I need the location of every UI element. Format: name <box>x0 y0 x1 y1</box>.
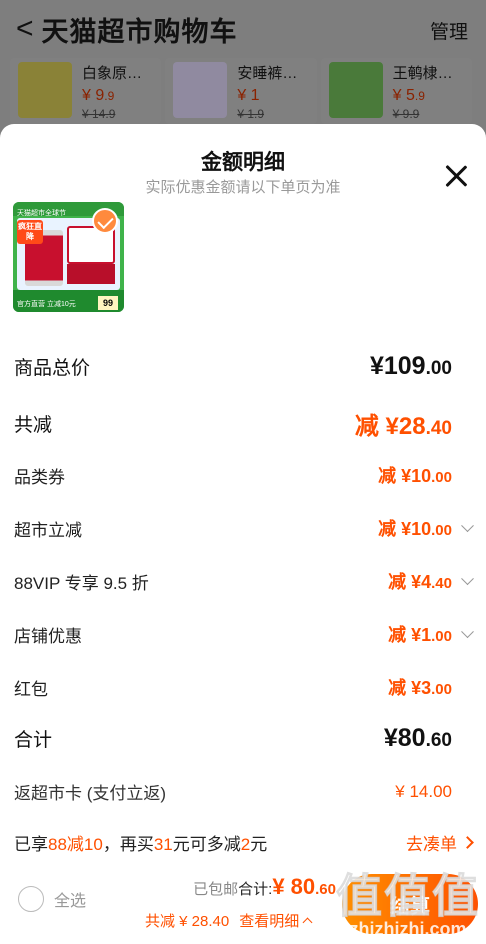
row-label: 店铺优惠 <box>14 626 82 646</box>
row-label: 88VIP 专享 9.5 折 <box>14 573 149 593</box>
row-amount: 减 ¥28.40 <box>354 413 452 440</box>
check-icon <box>92 208 118 234</box>
row-amount: 减 ¥3.00 <box>388 678 452 698</box>
watermark: 值值值 zhizhizhi.com <box>336 873 480 940</box>
row-amount: 减 ¥1.00 <box>388 625 452 645</box>
store-discount-row[interactable]: 店铺优惠 减 ¥1.00 <box>14 621 474 647</box>
product-price: ¥ 9.9 <box>82 87 115 104</box>
product-thumbnail <box>328 62 383 118</box>
category-coupon-row: 品类券 减 ¥10.00 <box>14 462 452 488</box>
chevron-right-icon <box>461 836 474 849</box>
promo-badge: 疯狂直降 <box>17 220 43 244</box>
product-card[interactable]: 白象原… ¥ 9.9 ¥ 14.9 <box>10 58 162 124</box>
product-thumbnail <box>173 62 228 118</box>
row-amount: ¥ 14.00 <box>395 781 452 801</box>
row-amount: 减 ¥10.00 <box>378 466 452 486</box>
row-amount: 减 ¥10.00 <box>378 519 452 539</box>
product-thumbnail <box>18 62 72 118</box>
row-label: 商品总价 <box>14 358 91 379</box>
free-shipping-label: 已包邮 <box>193 881 239 898</box>
product-banner-text: 天猫超市全球节 <box>17 210 66 217</box>
row-label: 红包 <box>14 679 48 699</box>
market-cut-row[interactable]: 超市立减 减 ¥10.00 <box>14 515 474 541</box>
product-name: 安睡裤… <box>237 65 298 82</box>
product-price: ¥ 1 <box>237 87 260 104</box>
row-label: 品类券 <box>14 467 65 487</box>
red-packet-row: 红包 减 ¥3.00 <box>14 674 452 700</box>
row-label: 返超市卡 (支付立返) <box>14 784 167 803</box>
row-label: 超市立减 <box>14 520 82 540</box>
cashback-row: 返超市卡 (支付立返) ¥ 14.00 <box>14 779 452 804</box>
promo-text: 已享88减10，再买31元可多减2元 <box>14 835 268 854</box>
cart-page-background: < 天猫超市购物车 管理 白象原… ¥ 9.9 ¥ 14.9 安睡裤… ¥ 1 … <box>0 0 486 140</box>
view-details-link: 查看明细 <box>239 913 300 930</box>
manage-button[interactable]: 管理 <box>430 17 468 44</box>
product-image[interactable]: 天猫超市全球节 疯狂直降 官方直营 立减10元 99 <box>13 202 124 312</box>
row-label: 共减 <box>14 415 53 436</box>
promo-hint: 已享88减10，再买31元可多减2元 去凑单 <box>14 830 474 855</box>
chevron-down-icon[interactable] <box>461 572 474 586</box>
product-original-price: ¥ 14.9 <box>82 107 116 121</box>
cart-header: < 天猫超市购物车 管理 <box>0 0 486 58</box>
product-name: 王鹌棣… <box>392 65 453 82</box>
row-amount: ¥80.60 <box>383 724 452 752</box>
chevron-down-icon[interactable] <box>461 519 474 533</box>
cart-total: 已包邮 合计: ¥ 80.60 <box>193 874 336 900</box>
row-amount: ¥109.00 <box>369 352 452 380</box>
product-original-price: ¥ 1.9 <box>237 107 265 121</box>
sheet-subtitle: 实际优惠金额请以下单页为准 <box>145 179 341 196</box>
row-label: 合计 <box>14 730 53 751</box>
watermark-url: zhizhizhi.com <box>349 919 467 939</box>
chevron-down-icon[interactable] <box>461 625 474 639</box>
select-all-label: 全选 <box>54 893 87 910</box>
total-cut-row: 共减 减 ¥28.40 <box>14 406 452 441</box>
total-amount: ¥ 80.60 <box>272 874 336 899</box>
product-price: ¥ 5.9 <box>392 87 425 104</box>
view-details-toggle[interactable]: 共减 ¥ 28.40 查看明细 <box>145 910 313 931</box>
add-items-link[interactable]: 去凑单 <box>406 830 474 855</box>
close-icon[interactable] <box>444 164 468 188</box>
product-bottom-text: 官方直营 立减10元 <box>17 301 76 308</box>
product-count-tag: 99 <box>98 296 118 310</box>
recommended-products: 白象原… ¥ 9.9 ¥ 14.9 安睡裤… ¥ 1 ¥ 1.9 王鹌棣… ¥ … <box>0 58 486 124</box>
chevron-up-icon <box>302 917 313 927</box>
select-all-toggle[interactable]: 全选 <box>18 886 86 912</box>
back-icon[interactable]: < <box>16 14 34 44</box>
radio-icon[interactable] <box>18 886 44 912</box>
vip-discount-row[interactable]: 88VIP 专享 9.5 折 减 ¥4.40 <box>14 568 474 594</box>
sheet-title: 金额明细 <box>201 151 285 174</box>
total-cut-text: 共减 ¥ 28.40 <box>145 913 230 930</box>
total-label: 合计: <box>238 881 273 898</box>
watermark-logo: 值值值 <box>336 870 480 922</box>
total-price-row: 商品总价 ¥109.00 <box>14 352 452 381</box>
product-card[interactable]: 王鹌棣… ¥ 5.9 ¥ 9.9 <box>320 58 472 124</box>
row-amount: 减 ¥4.40 <box>388 572 452 592</box>
subtotal-row: 合计 ¥80.60 <box>14 724 452 753</box>
product-original-price: ¥ 9.9 <box>392 107 420 121</box>
product-card[interactable]: 安睡裤… ¥ 1 ¥ 1.9 <box>165 58 317 124</box>
page-title: 天猫超市购物车 <box>41 16 238 47</box>
product-name: 白象原… <box>82 65 143 82</box>
amount-detail-sheet: 金额明细 实际优惠金额请以下单页为准 天猫超市全球节 疯狂直降 官方直营 立减1… <box>0 124 486 944</box>
